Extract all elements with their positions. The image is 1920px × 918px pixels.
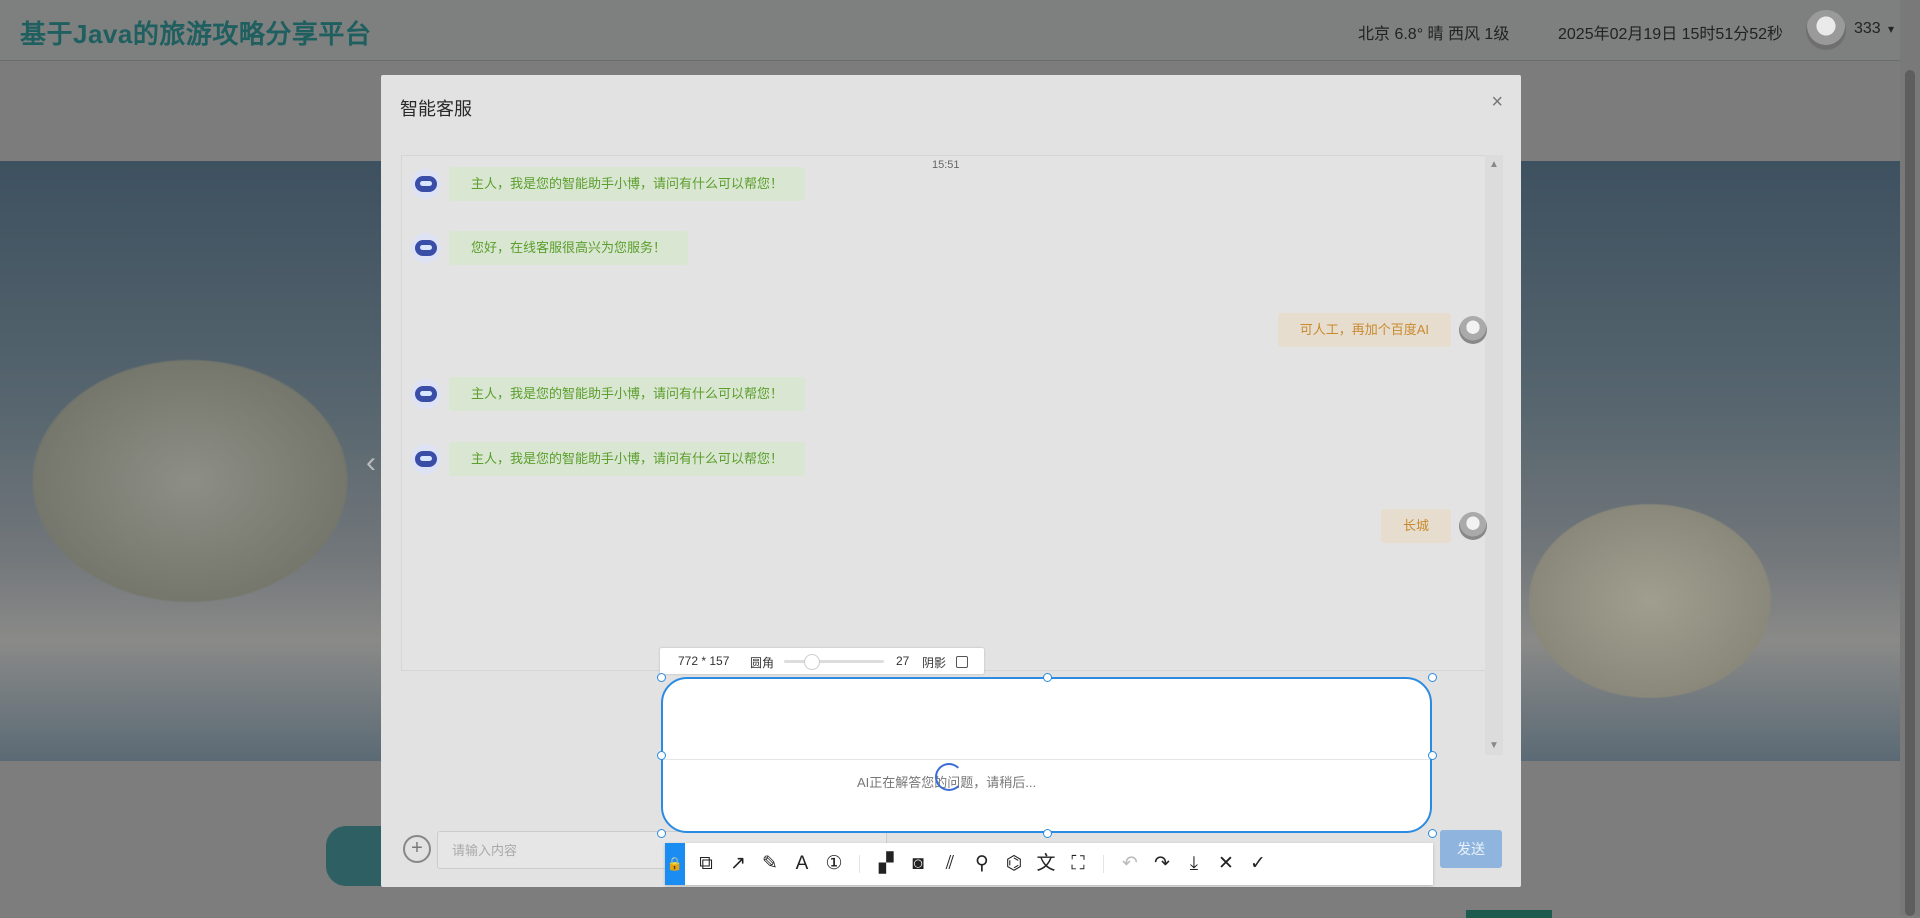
resize-handle-nw[interactable] xyxy=(657,673,666,682)
shape-icon[interactable]: ⧉ xyxy=(691,849,721,879)
undo-icon[interactable]: ↶ xyxy=(1115,849,1145,879)
translate-icon[interactable]: 文 xyxy=(1031,849,1061,879)
corner-radius-slider[interactable] xyxy=(784,660,884,663)
redo-icon[interactable]: ↷ xyxy=(1147,849,1177,879)
shadow-label: 阴影 xyxy=(922,656,947,670)
scan-text-icon[interactable]: ⛶ xyxy=(1063,849,1093,879)
username[interactable]: 333 xyxy=(1854,20,1881,38)
capture-divider xyxy=(663,759,1430,760)
text-icon[interactable]: A xyxy=(787,849,817,879)
chat-timestamp: 15:51 xyxy=(932,159,960,171)
toolbar-separator xyxy=(1103,855,1104,873)
resize-handle-sw[interactable] xyxy=(657,829,666,838)
arrow-icon[interactable]: ↗ xyxy=(723,849,753,879)
weather-info: 北京 6.8° 晴 西风 1级 xyxy=(1358,26,1510,43)
bot-message: 主人，我是您的智能助手小博，请问有什么可以帮您！ xyxy=(411,442,806,476)
scroll-down-icon[interactable]: ▼ xyxy=(1489,740,1499,751)
modal-title: 智能客服 xyxy=(400,99,472,119)
bot-message: 主人，我是您的智能助手小博，请问有什么可以帮您！ xyxy=(411,167,806,201)
scroll-up-icon[interactable]: ▲ xyxy=(1489,159,1499,170)
resize-handle-e[interactable] xyxy=(1428,751,1437,760)
add-attachment-icon[interactable]: + xyxy=(403,835,431,863)
confirm-icon[interactable]: ✓ xyxy=(1243,849,1273,879)
shadow-checkbox[interactable] xyxy=(956,656,968,668)
user-message: 长城 xyxy=(1380,509,1487,543)
slider-handle[interactable] xyxy=(804,654,820,670)
resize-handle-ne[interactable] xyxy=(1428,673,1437,682)
resize-handle-n[interactable] xyxy=(1043,673,1052,682)
avatar[interactable] xyxy=(1806,10,1846,50)
bot-message-text: 主人，我是您的智能助手小博，请问有什么可以帮您！ xyxy=(449,442,806,476)
resize-handle-s[interactable] xyxy=(1043,829,1052,838)
site-title[interactable]: 基于Java的旅游攻略分享平台 xyxy=(20,14,371,51)
user-avatar xyxy=(1459,512,1487,540)
mosaic-icon[interactable]: ▞ xyxy=(871,849,901,879)
resize-handle-se[interactable] xyxy=(1428,829,1437,838)
bot-avatar-icon xyxy=(411,379,441,409)
bot-avatar-icon xyxy=(411,233,441,263)
scrollbar-thumb[interactable] xyxy=(1905,70,1915,916)
bot-message: 主人，我是您的智能助手小博，请问有什么可以帮您！ xyxy=(411,377,806,411)
bot-message-text: 主人，我是您的智能助手小博，请问有什么可以帮您！ xyxy=(449,167,806,201)
corner-radius-value: 27 xyxy=(896,654,910,668)
page-scrollbar[interactable] xyxy=(1900,0,1920,916)
capture-region[interactable]: AI正在解答您的问题，请稍后... xyxy=(661,677,1432,833)
number-icon[interactable]: ① xyxy=(819,849,849,879)
lock-icon[interactable]: 🔒 xyxy=(665,843,685,885)
bot-avatar-icon xyxy=(411,169,441,199)
send-button[interactable]: 发送 xyxy=(1440,830,1502,868)
user-message-text: 可人工，再加个百度AI xyxy=(1277,313,1451,347)
ocr-icon[interactable]: ⌬ xyxy=(999,849,1029,879)
background-chip xyxy=(1466,910,1552,918)
pen-icon[interactable]: ✎ xyxy=(755,849,785,879)
close-icon[interactable]: × xyxy=(1491,91,1503,114)
corner-radius-label: 圆角 xyxy=(750,656,775,670)
capture-info-bar: 772 * 157 圆角 27 阴影 xyxy=(660,648,984,674)
cancel-icon[interactable]: ✕ xyxy=(1211,849,1241,879)
toolbar-separator xyxy=(859,855,860,873)
carousel-prev-icon[interactable]: ‹ xyxy=(366,446,376,480)
hatch-icon[interactable]: ⫽ xyxy=(935,849,965,879)
blur-icon[interactable]: ◙ xyxy=(903,849,933,879)
bot-avatar-icon xyxy=(411,444,441,474)
loading-spinner-icon xyxy=(935,763,963,791)
bot-message-text: 您好，在线客服很高兴为您服务！ xyxy=(449,231,689,265)
bot-message-text: 主人，我是您的智能助手小博，请问有什么可以帮您！ xyxy=(449,377,806,411)
user-avatar xyxy=(1459,316,1487,344)
bot-message: 您好，在线客服很高兴为您服务！ xyxy=(411,231,689,265)
pin-icon[interactable]: ⚲ xyxy=(967,849,997,879)
chat-scrollbar[interactable]: ▲ ▼ xyxy=(1485,155,1503,755)
chevron-down-icon[interactable]: ▾ xyxy=(1888,22,1894,36)
download-icon[interactable]: ⤓ xyxy=(1179,849,1209,879)
datetime: 2025年02月19日 15时51分52秒 xyxy=(1558,26,1784,43)
capture-toolbar: 🔒 ⧉ ↗ ✎ A ① ▞ ◙ ⫽ ⚲ ⌬ 文 ⛶ ↶ ↷ ⤓ ✕ ✓ xyxy=(665,843,1433,885)
user-message-text: 长城 xyxy=(1380,509,1451,543)
capture-dimensions: 772 * 157 xyxy=(678,654,730,668)
resize-handle-w[interactable] xyxy=(657,751,666,760)
top-header: 基于Java的旅游攻略分享平台 北京 6.8° 晴 西风 1级 2025年02月… xyxy=(0,0,1900,61)
user-message: 可人工，再加个百度AI xyxy=(1277,313,1487,347)
